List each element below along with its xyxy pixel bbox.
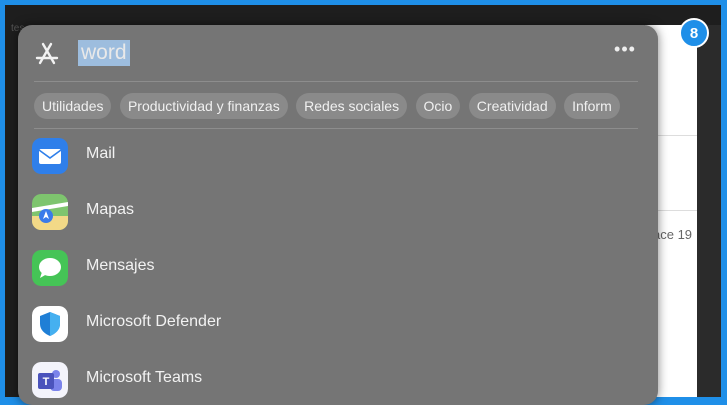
category-chip-utilities[interactable]: Utilidades	[34, 93, 112, 119]
background-text-fragment: ace 19	[653, 227, 693, 242]
svg-text:T: T	[43, 376, 50, 388]
background-edge	[697, 25, 721, 397]
app-label: Mensajes	[86, 257, 155, 274]
app-store-icon	[35, 42, 59, 65]
divider	[34, 128, 638, 129]
app-item-messages[interactable]: Mensajes	[18, 245, 658, 301]
app-item-mail[interactable]: Mail	[18, 133, 658, 189]
more-options-icon[interactable]: •••	[612, 39, 638, 59]
search-bar[interactable]: word •••	[18, 25, 658, 81]
category-chip-leisure[interactable]: Ocio	[415, 93, 461, 119]
divider	[34, 81, 638, 82]
mail-icon	[32, 138, 68, 174]
maps-icon	[32, 194, 68, 230]
defender-icon	[32, 306, 68, 342]
app-label: Mail	[86, 145, 116, 162]
category-chip-creativity[interactable]: Creatividad	[468, 93, 556, 119]
app-item-maps[interactable]: Mapas	[18, 189, 658, 245]
app-item-microsoft-defender[interactable]: Microsoft Defender	[18, 301, 658, 357]
app-list: Mail Mapas Mensajes Microsoft Defender T…	[18, 133, 658, 405]
category-filter-bar: Utilidades Productividad y finanzas Rede…	[34, 93, 658, 119]
search-input[interactable]: word	[78, 40, 130, 66]
category-chip-productivity[interactable]: Productividad y finanzas	[119, 93, 288, 119]
launchpad-panel: word ••• Utilidades Productividad y fina…	[18, 25, 658, 405]
app-label: Microsoft Teams	[86, 369, 203, 386]
teams-icon: T	[32, 362, 68, 398]
app-item-microsoft-teams[interactable]: T Microsoft Teams	[18, 357, 658, 405]
category-chip-information[interactable]: Inform	[564, 93, 620, 119]
category-chip-social[interactable]: Redes sociales	[296, 93, 408, 119]
step-badge: 8	[679, 18, 709, 48]
app-label: Mapas	[86, 201, 135, 218]
app-label: Microsoft Defender	[86, 313, 222, 330]
messages-icon	[32, 250, 68, 286]
